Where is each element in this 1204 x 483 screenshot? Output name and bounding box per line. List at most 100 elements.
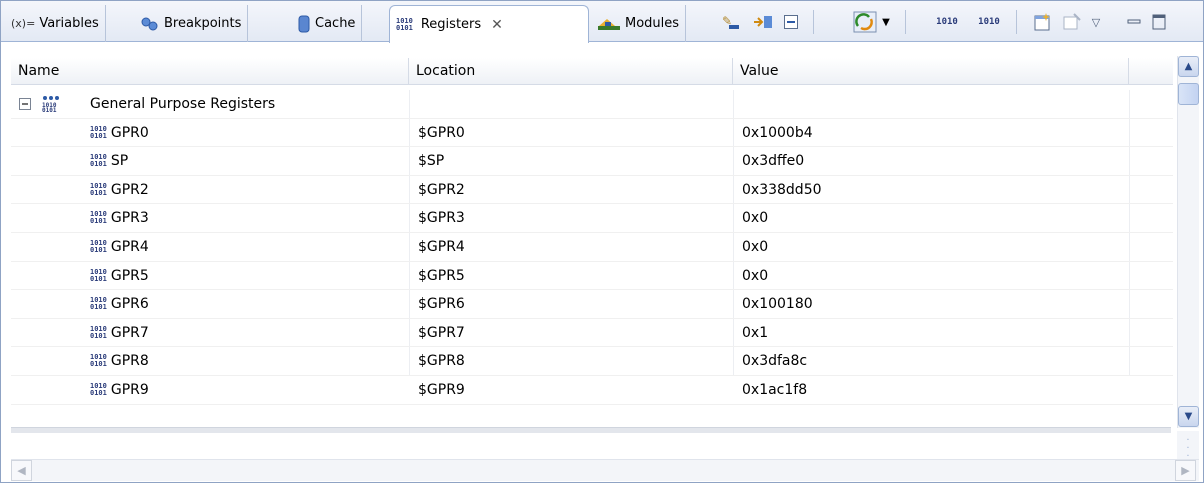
collapse-all-icon[interactable] <box>780 11 802 33</box>
scroll-up-icon[interactable]: ▲ <box>1178 56 1199 77</box>
register-group-row[interactable]: 1010 0101 General Purpose Registers <box>11 90 1173 119</box>
detail-pane-splitter[interactable] <box>11 427 1171 433</box>
register-name: 1010 0101 GPR9 <box>90 381 149 398</box>
register-icon: 1010 0101 <box>90 210 107 226</box>
register-group-label: General Purpose Registers <box>90 96 276 112</box>
horizontal-scrollbar[interactable]: ◀ ▶ <box>11 459 1199 481</box>
tab-label: Variables <box>39 16 99 31</box>
dropdown-icon[interactable]: ▼ <box>879 11 893 33</box>
register-location: $SP <box>418 153 445 170</box>
register-value[interactable]: 0x3dffe0 <box>742 147 804 175</box>
new-view-icon[interactable] <box>1031 11 1055 33</box>
register-location: $GPR2 <box>418 181 465 198</box>
register-row-gpr5[interactable]: 1010 0101 GPR5 $GPR5 0x0 <box>11 262 1173 291</box>
register-icon: 1010 0101 <box>90 238 107 254</box>
register-icon: 1010 0101 <box>90 381 107 397</box>
register-icon: 1010 0101 <box>90 353 107 369</box>
breakpoints-icon <box>140 17 160 31</box>
modules-icon <box>597 17 621 31</box>
register-name: 1010 0101 GPR2 <box>90 181 149 198</box>
tab-registers[interactable]: 1010 0101 Registers ✕ <box>389 5 589 43</box>
register-location: $GPR6 <box>418 296 465 313</box>
scroll-right-icon[interactable]: ▶ <box>1175 460 1196 481</box>
number-format-icon[interactable] <box>852 11 878 33</box>
register-icon: 1010 0101 <box>90 267 107 283</box>
register-value[interactable]: 0x0 <box>742 233 768 261</box>
register-icon: 1010 0101 <box>90 153 107 169</box>
registers-view: (x)= Variables Breakpoints Cache 1010 010… <box>0 0 1204 483</box>
register-row-gpr2[interactable]: 1010 0101 GPR2 $GPR2 0x338dd50 <box>11 176 1173 205</box>
column-header-location[interactable]: Location <box>409 58 733 85</box>
tab-variables[interactable]: (x)= Variables <box>5 5 106 42</box>
register-name: 1010 0101 GPR0 <box>90 124 149 141</box>
register-row-gpr0[interactable]: 1010 0101 GPR0 $GPR0 0x1000b4 <box>11 119 1173 148</box>
register-location: $GPR4 <box>418 238 465 255</box>
edit-register-group-icon[interactable] <box>751 11 775 33</box>
register-icon: 1010 0101 <box>90 181 107 197</box>
collapse-toggle-icon[interactable] <box>19 90 31 118</box>
register-group-icon: 1010 0101 <box>41 90 63 118</box>
register-name: 1010 0101 GPR5 <box>90 267 149 284</box>
previous-register-icon[interactable]: 1010 <box>931 11 963 33</box>
register-value[interactable]: 0x1 <box>742 319 768 347</box>
register-location: $GPR7 <box>418 324 465 341</box>
register-name: 1010 0101 GPR3 <box>90 210 149 227</box>
svg-text:0101: 0101 <box>42 107 57 113</box>
register-icon: 1010 0101 <box>90 296 107 312</box>
register-value[interactable]: 0x3dfa8c <box>742 347 807 375</box>
scroll-thumb[interactable] <box>1178 83 1199 105</box>
maximize-icon[interactable] <box>1150 11 1168 33</box>
register-value[interactable]: 0x1ac1f8 <box>742 376 807 404</box>
vertical-scrollbar[interactable]: ▲ ▼ <box>1177 56 1199 428</box>
register-name: 1010 0101 GPR8 <box>90 353 149 370</box>
table-header: Name Location Value <box>11 58 1173 85</box>
register-value[interactable]: 0x100180 <box>742 290 813 318</box>
register-name: 1010 0101 GPR6 <box>90 296 149 313</box>
register-name: 1010 0101 GPR7 <box>90 324 149 341</box>
register-value[interactable]: 0x0 <box>742 262 768 290</box>
tab-label: Modules <box>625 16 680 31</box>
tab-breakpoints[interactable]: Breakpoints <box>134 5 249 42</box>
scroll-left-icon[interactable]: ◀ <box>11 460 32 481</box>
cache-icon <box>297 15 311 33</box>
register-name: 1010 0101 GPR4 <box>90 238 149 255</box>
register-row-sp[interactable]: 1010 0101 SP $SP 0x3dffe0 <box>11 147 1173 176</box>
register-location: $GPR5 <box>418 267 465 284</box>
register-location: $GPR0 <box>418 124 465 141</box>
register-location: $GPR8 <box>418 353 465 370</box>
view-tab-bar: (x)= Variables Breakpoints Cache 1010 010… <box>1 1 1203 43</box>
register-name: 1010 0101 SP <box>90 153 129 170</box>
register-value[interactable]: 0x1000b4 <box>742 119 813 147</box>
detail-pane[interactable] <box>11 434 1171 460</box>
tab-label: Breakpoints <box>164 16 242 31</box>
splitter-grip-icon[interactable]: · · · <box>1177 431 1199 462</box>
register-icon: 1010 0101 <box>90 324 107 340</box>
tab-label: Cache <box>315 16 356 31</box>
add-register-group-icon[interactable]: ✎ <box>719 11 743 33</box>
registers-icon: 1010 0101 <box>396 16 413 32</box>
next-register-icon[interactable]: 1010 <box>973 11 1005 33</box>
register-value[interactable]: 0x0 <box>742 204 768 232</box>
variables-icon: (x)= <box>11 17 36 30</box>
column-header-name[interactable]: Name <box>11 58 409 85</box>
register-icon: 1010 0101 <box>90 124 107 140</box>
view-menu-icon[interactable]: ▽ <box>1087 11 1105 33</box>
register-row-gpr9[interactable]: 1010 0101 GPR9 $GPR9 0x1ac1f8 <box>11 376 1173 405</box>
tab-label: Registers <box>420 17 482 32</box>
pin-icon[interactable] <box>1061 11 1083 33</box>
close-tab-icon[interactable]: ✕ <box>491 17 503 33</box>
register-row-gpr3[interactable]: 1010 0101 GPR3 $GPR3 0x0 <box>11 204 1173 233</box>
tab-modules[interactable]: Modules <box>591 5 687 42</box>
table-body: 1010 0101 General Purpose Registers 1010 0… <box>11 90 1173 405</box>
scroll-down-icon[interactable]: ▼ <box>1178 406 1199 427</box>
register-row-gpr4[interactable]: 1010 0101 GPR4 $GPR4 0x0 <box>11 233 1173 262</box>
tab-cache[interactable]: Cache <box>291 5 363 42</box>
column-header-value[interactable]: Value <box>733 58 1129 85</box>
register-location: $GPR9 <box>418 381 465 398</box>
registers-table: Name Location Value 1010 0101 General Pur… <box>1 43 1203 456</box>
register-row-gpr7[interactable]: 1010 0101 GPR7 $GPR7 0x1 <box>11 319 1173 348</box>
minimize-icon[interactable] <box>1125 11 1143 33</box>
register-row-gpr6[interactable]: 1010 0101 GPR6 $GPR6 0x100180 <box>11 290 1173 319</box>
register-value[interactable]: 0x338dd50 <box>742 176 822 204</box>
register-row-gpr8[interactable]: 1010 0101 GPR8 $GPR8 0x3dfa8c <box>11 347 1173 376</box>
